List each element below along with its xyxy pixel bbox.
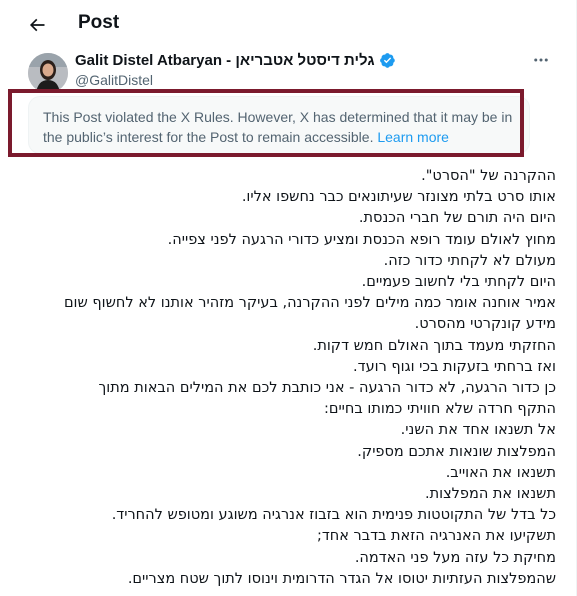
post-line: היום לקחתי בלי לחשוב פעמיים. (361, 274, 556, 291)
post-line: אל תשנאו אחד את השני. (400, 422, 556, 439)
post-body: ההקרנה של "הסרט". אותו סרט בלתי מצונזר ש… (60, 166, 556, 590)
author-handle[interactable]: @GalitDistel (75, 72, 153, 88)
page-title: Post (78, 12, 120, 33)
avatar[interactable] (28, 53, 68, 93)
post-line: תשנאו את המפלצות. (424, 486, 556, 503)
post-line: אמיר אוחנה אומר כמה מילים לפני ההקרנה, ב… (63, 295, 556, 312)
author-name[interactable]: Galit Distel Atbaryan - גלית דיסטל אטברי… (75, 52, 396, 69)
post-line: מחיקת כל עזה מעל פני האדמה. (354, 549, 556, 566)
post-line: מחוץ לאולם עומד רופא הכנסת ומציע כדורי ה… (167, 231, 556, 248)
more-horizontal-icon (534, 58, 548, 62)
more-button[interactable] (528, 50, 554, 70)
post-line: החזקתי מעמד בתוך האולם חמש דקות. (312, 337, 556, 354)
post-line: כן כדור הרגעה, לא כדור הרגעה - אני כותבת… (98, 380, 557, 397)
post-line: שהמפלצות העזתיות יטוסו אל הגדר הדרומית ו… (127, 570, 556, 587)
post-line: ואז ברחתי בזעקות בכי וגוף רועד. (353, 358, 556, 375)
post-line: מעולם לא לקחתי כדור כזה. (383, 252, 556, 269)
post-line: כל בדל של התקוטטות פנימית הוא בזבוז אנרג… (111, 507, 556, 524)
author-name-text: Galit Distel Atbaryan - גלית דיסטל אטברי… (75, 52, 375, 69)
post-line: המפלצות שונאות אתכם מספיק. (357, 443, 556, 460)
arrow-left-icon (29, 18, 45, 32)
post-line: התקף חרדה שלא חוויתי כמותו בחיים: (323, 401, 556, 418)
page-header: Post (0, 0, 577, 50)
highlight-outline (8, 89, 524, 157)
avatar-image (28, 53, 68, 93)
post-line: תשקיעו את האנרגיה הזאת בדבר אחד; (316, 528, 556, 545)
post-line: תשנאו את האוייב. (445, 464, 556, 481)
back-button[interactable] (22, 10, 52, 40)
post-line: היום היה תורם של חברי הכנסת. (358, 210, 556, 227)
post-line: מידע קונקרטי מהסרט. (414, 316, 556, 333)
verified-badge-icon (379, 53, 395, 68)
post-line: אותו סרט בלתי מצונזר שעיתונאים כבר נחשפו… (241, 189, 556, 206)
post-line: ההקרנה של "הסרט". (421, 168, 556, 184)
